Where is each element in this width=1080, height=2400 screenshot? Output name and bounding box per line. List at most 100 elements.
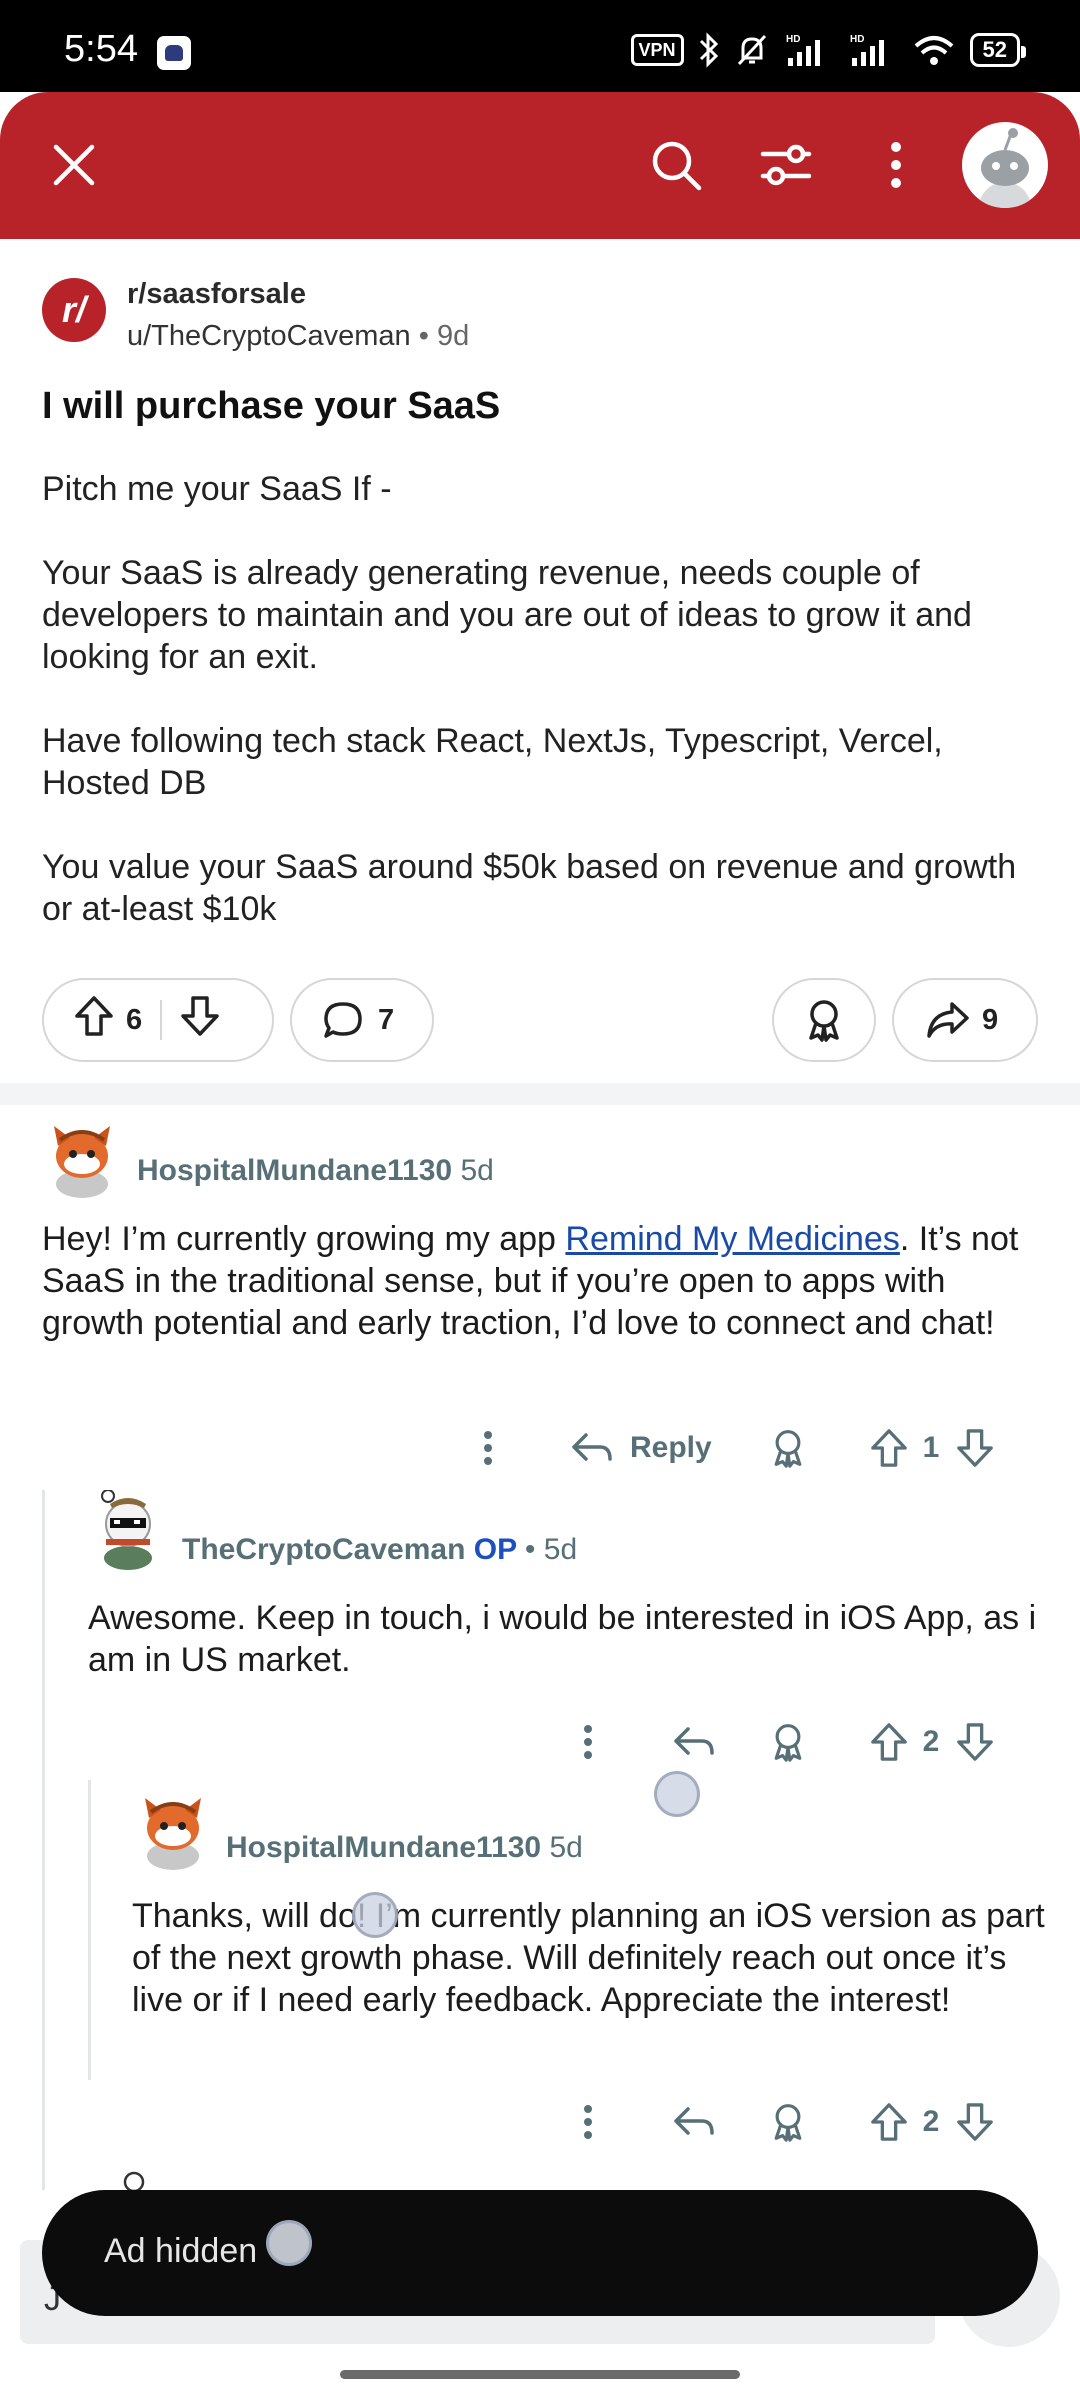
- reply-button[interactable]: [666, 1712, 722, 1772]
- award-icon: [809, 1000, 839, 1042]
- downvote-icon: [181, 996, 219, 1036]
- comments-button[interactable]: 7: [290, 978, 434, 1062]
- filter-button[interactable]: [748, 127, 824, 203]
- comment-award-button[interactable]: [760, 1712, 816, 1772]
- upvote-button[interactable]: [74, 995, 114, 1045]
- comment-body: Hey! I’m currently growing my app Remind…: [42, 1218, 1052, 1344]
- app-link[interactable]: Remind My Medicines: [565, 1220, 899, 1258]
- comment-downvote-button[interactable]: [950, 1712, 1000, 1772]
- comment-upvote-button[interactable]: [864, 1712, 914, 1772]
- post-author[interactable]: u/TheCryptoCaveman: [127, 320, 411, 352]
- subreddit-icon[interactable]: r/: [42, 278, 106, 342]
- share-arrow-icon: [927, 1002, 969, 1038]
- comment-bubble-icon: [324, 1002, 362, 1038]
- comment-username: HospitalMundane1130 5d: [226, 1831, 583, 1865]
- username-link[interactable]: HospitalMundane1130: [226, 1831, 541, 1864]
- comment-award-button[interactable]: [760, 2092, 816, 2152]
- downvote-button[interactable]: [180, 995, 220, 1045]
- upvote-icon: [75, 996, 113, 1036]
- comment-upvote-button[interactable]: [864, 1418, 914, 1478]
- post-paragraph: Your SaaS is already generating revenue,…: [42, 554, 972, 676]
- snowman-avatar-icon: [101, 1489, 152, 1570]
- upvote-icon: [871, 1429, 907, 1467]
- comment-username: TheCryptoCaveman OP • 5d: [182, 1533, 577, 1567]
- fox-avatar-icon: [145, 1798, 201, 1870]
- downvote-icon: [957, 1723, 993, 1761]
- next-avatar-peek-icon: [123, 2171, 145, 2192]
- search-icon: [652, 141, 702, 191]
- app-notification-icon: [157, 36, 191, 70]
- reply-arrow-icon: [674, 2107, 714, 2135]
- upvote-icon: [871, 1723, 907, 1761]
- battery-icon: 52: [969, 33, 1027, 67]
- comment-vote-count: 1: [922, 1431, 940, 1464]
- comment-upvote-button[interactable]: [864, 2092, 914, 2152]
- comment-count: 7: [378, 1003, 395, 1036]
- downvote-icon: [957, 1429, 993, 1467]
- toast-text: Ad hidden: [104, 2232, 258, 2270]
- search-button[interactable]: [638, 127, 714, 203]
- comment-actions: 2: [560, 2092, 1020, 2152]
- commenter-avatar[interactable]: [88, 1489, 168, 1570]
- home-indicator[interactable]: [340, 2370, 740, 2379]
- comment-downvote-button[interactable]: [950, 1418, 1000, 1478]
- subreddit-name[interactable]: r/saasforsale: [127, 278, 306, 311]
- downvote-icon: [957, 2103, 993, 2141]
- comment-age: 5d: [549, 1831, 583, 1864]
- post-paragraph: Have following tech stack React, NextJs,…: [42, 722, 943, 802]
- comment-more-button[interactable]: [560, 1712, 616, 1772]
- meta-dot: •: [418, 320, 429, 352]
- vote-pill: 6: [42, 978, 274, 1062]
- signal-icon-2: HD: [850, 34, 884, 66]
- more-vertical-icon: [891, 142, 901, 188]
- comment-vote-count: 2: [922, 1725, 940, 1758]
- comment-vote-count: 2: [922, 2105, 940, 2138]
- reply-button[interactable]: [666, 2092, 722, 2152]
- thread-line[interactable]: [42, 1490, 45, 2190]
- svg-text:HD: HD: [786, 34, 800, 45]
- post-paragraph: You value your SaaS around $50k based on…: [42, 848, 1017, 928]
- bluetooth-icon: [699, 32, 718, 68]
- post-meta: u/TheCryptoCaveman • 9d: [127, 320, 469, 353]
- ad-hidden-toast: Ad hidden: [42, 2190, 1038, 2316]
- touch-indicator: [654, 1771, 700, 1817]
- app-header: [0, 92, 1080, 239]
- reply-arrow-icon: [674, 1727, 714, 1755]
- meta-dot: •: [524, 1533, 536, 1566]
- vote-separator: [160, 1000, 163, 1040]
- comment-more-button[interactable]: [460, 1418, 516, 1478]
- reply-label: Reply: [630, 1431, 712, 1464]
- share-button[interactable]: 9: [892, 978, 1038, 1062]
- filter-icon: [760, 144, 812, 186]
- post-title: I will purchase your SaaS: [42, 385, 501, 427]
- comment-award-button[interactable]: [760, 1418, 816, 1478]
- more-vertical-icon: [484, 1431, 492, 1465]
- thread-line-nested[interactable]: [88, 1780, 91, 2080]
- post-paragraph: Pitch me your SaaS If -: [42, 470, 392, 508]
- post-vote-count: 6: [126, 1003, 143, 1036]
- more-options-button[interactable]: [858, 127, 934, 203]
- signal-icon: HD: [786, 34, 820, 66]
- username-link[interactable]: HospitalMundane1130: [137, 1154, 452, 1187]
- post-body: Pitch me your SaaS If - Your SaaS is alr…: [42, 468, 1052, 972]
- commenter-avatar[interactable]: [42, 1118, 122, 1198]
- award-icon: [774, 1724, 802, 1762]
- share-count: 9: [982, 1003, 999, 1036]
- close-button[interactable]: [36, 127, 112, 203]
- comment-downvote-button[interactable]: [950, 2092, 1000, 2152]
- comment-username: HospitalMundane1130 5d: [137, 1154, 494, 1188]
- fox-avatar-icon: [54, 1126, 110, 1198]
- op-badge: OP: [473, 1533, 517, 1566]
- commenter-avatar[interactable]: [133, 1790, 213, 1870]
- touch-indicator: [352, 1892, 398, 1938]
- bell-muted-icon: [737, 34, 766, 66]
- close-icon: [53, 144, 95, 186]
- reply-button[interactable]: Reply: [570, 1418, 730, 1478]
- user-avatar-button[interactable]: [962, 122, 1048, 208]
- touch-indicator: [266, 2220, 312, 2266]
- comment-actions: Reply 1: [460, 1418, 1020, 1478]
- comment-more-button[interactable]: [560, 2092, 616, 2152]
- username-link[interactable]: TheCryptoCaveman: [182, 1533, 465, 1566]
- award-button[interactable]: [772, 978, 876, 1062]
- comment-age: 5d: [543, 1533, 578, 1566]
